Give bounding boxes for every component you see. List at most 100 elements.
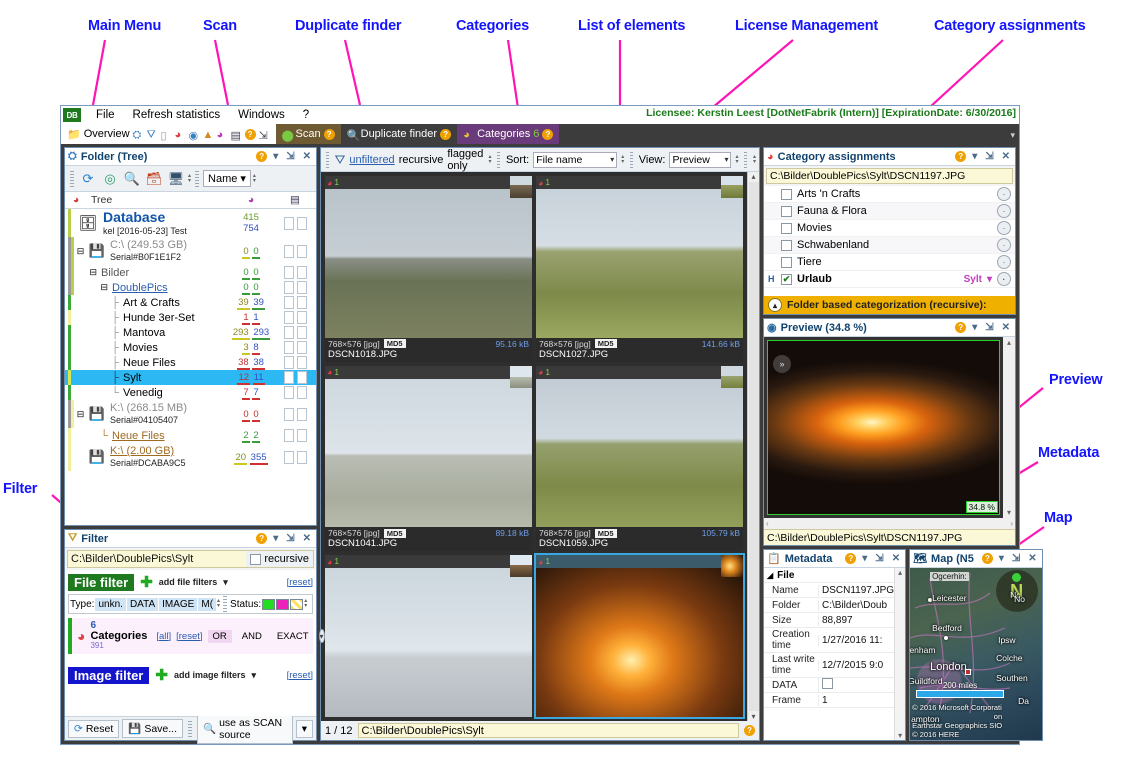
- preview-image[interactable]: » 34.8 %: [767, 340, 1000, 515]
- tree-row-drive-k2[interactable]: 💾 K:\ (2.00 GB) Serial#DCABA9C5 20 355: [65, 443, 316, 471]
- map-pin-icon[interactable]: ⇲: [1010, 553, 1022, 564]
- filter-menu-chevron-down-icon[interactable]: ▾: [271, 533, 280, 544]
- list-status-path[interactable]: C:\Bilder\DoublePics\Sylt: [357, 723, 739, 738]
- expand-collapse-icon[interactable]: ⊟: [75, 267, 97, 278]
- map-menu-chevron-down-icon[interactable]: ▾: [997, 553, 1006, 564]
- add-file-filter-plus-icon[interactable]: ✚: [140, 573, 153, 591]
- scroll-up-icon[interactable]: ▴: [751, 172, 755, 181]
- metadata-menu-chevron-down-icon[interactable]: ▾: [860, 553, 869, 564]
- view-overflow-icon[interactable]: ▴ ▾: [735, 154, 738, 165]
- category-assignments-pin-icon[interactable]: ⇲: [983, 151, 995, 162]
- status-grip[interactable]: [223, 596, 228, 612]
- tree-row-neue-files[interactable]: ├ Neue Files 38 38: [65, 355, 316, 370]
- tree-node-label[interactable]: DoublePics: [108, 282, 228, 294]
- category-assignments-menu-chevron-down-icon[interactable]: ▾: [970, 151, 979, 162]
- category-remove-icon[interactable]: ·: [997, 255, 1011, 269]
- list-item[interactable]: ◕ 1 768×576 [jpg] MD5 89.18 kB DSCN1041.…: [325, 365, 532, 552]
- metadata-pin-icon[interactable]: ⇲: [873, 553, 885, 564]
- expand-triangle-icon[interactable]: ◢: [767, 571, 773, 580]
- tree-flags[interactable]: [274, 296, 316, 309]
- tree-row-mantova[interactable]: ├ Mantova 293 293: [65, 325, 316, 340]
- filter-recursive-toggle[interactable]: recursive: [246, 551, 313, 567]
- map-help-icon[interactable]: ?: [981, 553, 993, 564]
- list-item[interactable]: ◕ 1 768×576 [jpg] MD5 105.79 kB DSCN1059…: [536, 365, 743, 552]
- filter-close-icon[interactable]: ✕: [301, 533, 313, 544]
- tree-flags[interactable]: [274, 266, 316, 279]
- tab-categories[interactable]: ◕ Categories 6 ?: [457, 124, 560, 144]
- toolbar-overflow-icon-2[interactable]: ▴ ▾: [253, 173, 256, 184]
- database-add-icon[interactable]: 🗃: [144, 169, 164, 189]
- filter-help-icon[interactable]: ?: [256, 533, 268, 544]
- tree-flags[interactable]: [274, 386, 316, 399]
- scan-source-dropdown[interactable]: ▾: [295, 719, 313, 738]
- menu-item-windows[interactable]: Windows: [229, 109, 294, 121]
- tree-row-bilder[interactable]: ⊟ Bilder 0 0: [65, 265, 316, 280]
- list-item[interactable]: ◕ 1 768×576 [jpg] MD5 141.66 kB DSCN1027…: [536, 176, 743, 362]
- list-toolbar-overflow-icon[interactable]: ▴ ▾: [753, 154, 756, 165]
- filter-funnel-icon[interactable]: ⛛: [335, 152, 346, 168]
- tree-row-database[interactable]: 🗄 Database kel [2016-05-23] Test 415 754: [65, 209, 316, 237]
- list-filter-state[interactable]: unfiltered: [349, 154, 394, 166]
- metadata-checkbox-icon[interactable]: [822, 678, 833, 689]
- duplicate-help-icon[interactable]: ?: [440, 128, 452, 140]
- type-overflow-icon[interactable]: ▴ ▾: [217, 598, 220, 609]
- sort-combo[interactable]: File name ▾: [533, 151, 618, 168]
- add-file-filters-label[interactable]: add file filters: [159, 577, 218, 587]
- tab-overflow-chevron-down-icon[interactable]: ▾: [1010, 130, 1015, 141]
- checkbox-icon[interactable]: [781, 205, 792, 217]
- category-remove-icon[interactable]: ·: [997, 187, 1011, 201]
- preview-help-icon[interactable]: ?: [955, 322, 967, 333]
- expand-collapse-icon[interactable]: ⊟: [75, 409, 86, 420]
- status-swatch-green[interactable]: [262, 598, 276, 610]
- list-toolbar-grip-4[interactable]: [744, 151, 747, 168]
- checkbox-icon[interactable]: [781, 239, 792, 251]
- scroll-up-icon[interactable]: ▴: [898, 568, 902, 577]
- list-flagged-label[interactable]: flagged only: [447, 148, 484, 172]
- filter-pin-icon[interactable]: ⇲: [284, 533, 296, 544]
- category-value[interactable]: Sylt: [964, 274, 982, 285]
- toolbar-grip-2[interactable]: [195, 170, 200, 187]
- tree-row-venedig[interactable]: └ Venedig 7 7: [65, 385, 316, 400]
- filter-categories-expand-icon[interactable]: ▾: [318, 629, 325, 643]
- list-item[interactable]: ◕ 1: [325, 555, 532, 717]
- tree-row-art-crafts[interactable]: ├ Art & Crafts 39 39: [65, 295, 316, 310]
- filter-save-button[interactable]: 💾 Save...: [122, 719, 184, 738]
- list-toolbar-grip[interactable]: [326, 151, 329, 168]
- use-as-scan-source-button[interactable]: 🔍 use as SCAN source: [197, 713, 293, 744]
- menu-item-file[interactable]: File: [87, 109, 124, 121]
- tree-flags[interactable]: [274, 356, 316, 369]
- filter-path-value[interactable]: C:\Bilder\DoublePics\Sylt: [68, 553, 246, 565]
- list-recursive-label[interactable]: recursive: [399, 154, 444, 166]
- category-row[interactable]: Movies ·: [764, 220, 1015, 237]
- metadata-vertical-scrollbar[interactable]: ▴ ▾: [894, 568, 906, 740]
- toolbar-grip[interactable]: [70, 170, 74, 187]
- category-row[interactable]: Arts 'n Crafts ·: [764, 186, 1015, 203]
- folder-tree-menu-chevron-down-icon[interactable]: ▾: [271, 151, 280, 162]
- category-remove-icon[interactable]: ·: [997, 272, 1011, 286]
- status-swatch-striped[interactable]: [290, 598, 304, 610]
- tree-flags[interactable]: [274, 450, 316, 464]
- scroll-down-icon[interactable]: ▾: [1007, 508, 1011, 517]
- type-chip-data[interactable]: DATA: [126, 597, 159, 611]
- scroll-down-icon[interactable]: ▾: [751, 712, 755, 721]
- filter-op-and[interactable]: AND: [237, 630, 267, 643]
- status-overflow-icon[interactable]: ▴ ▾: [304, 598, 307, 609]
- metadata-group-row[interactable]: ◢ File: [764, 568, 895, 583]
- category-assignments-close-icon[interactable]: ✕: [1000, 151, 1012, 162]
- folder-tree-close-icon[interactable]: ✕: [301, 151, 313, 162]
- preview-horizontal-scrollbar[interactable]: ‹ ›: [764, 518, 1015, 529]
- tree-drive-detail[interactable]: K:\ (2.00 GB): [110, 445, 174, 457]
- scroll-left-icon[interactable]: ‹: [766, 519, 769, 528]
- scroll-right-icon[interactable]: ›: [1010, 519, 1013, 528]
- expand-collapse-icon[interactable]: ⊟: [75, 246, 86, 257]
- categories-help-icon[interactable]: ?: [542, 128, 554, 140]
- tree-row-hunde[interactable]: ├ Hunde 3er-Set 1 1: [65, 310, 316, 325]
- tree-flags[interactable]: [274, 326, 316, 339]
- tree-flags[interactable]: [274, 216, 316, 230]
- eye-icon[interactable]: ◉: [189, 129, 200, 142]
- image-filter-reset[interactable]: [reset]: [287, 670, 313, 681]
- monitor-icon[interactable]: 🖥: [166, 169, 186, 189]
- tree-flags[interactable]: [274, 371, 316, 384]
- category-remove-icon[interactable]: ·: [997, 204, 1011, 218]
- folder-tree-help-icon[interactable]: ?: [256, 151, 268, 162]
